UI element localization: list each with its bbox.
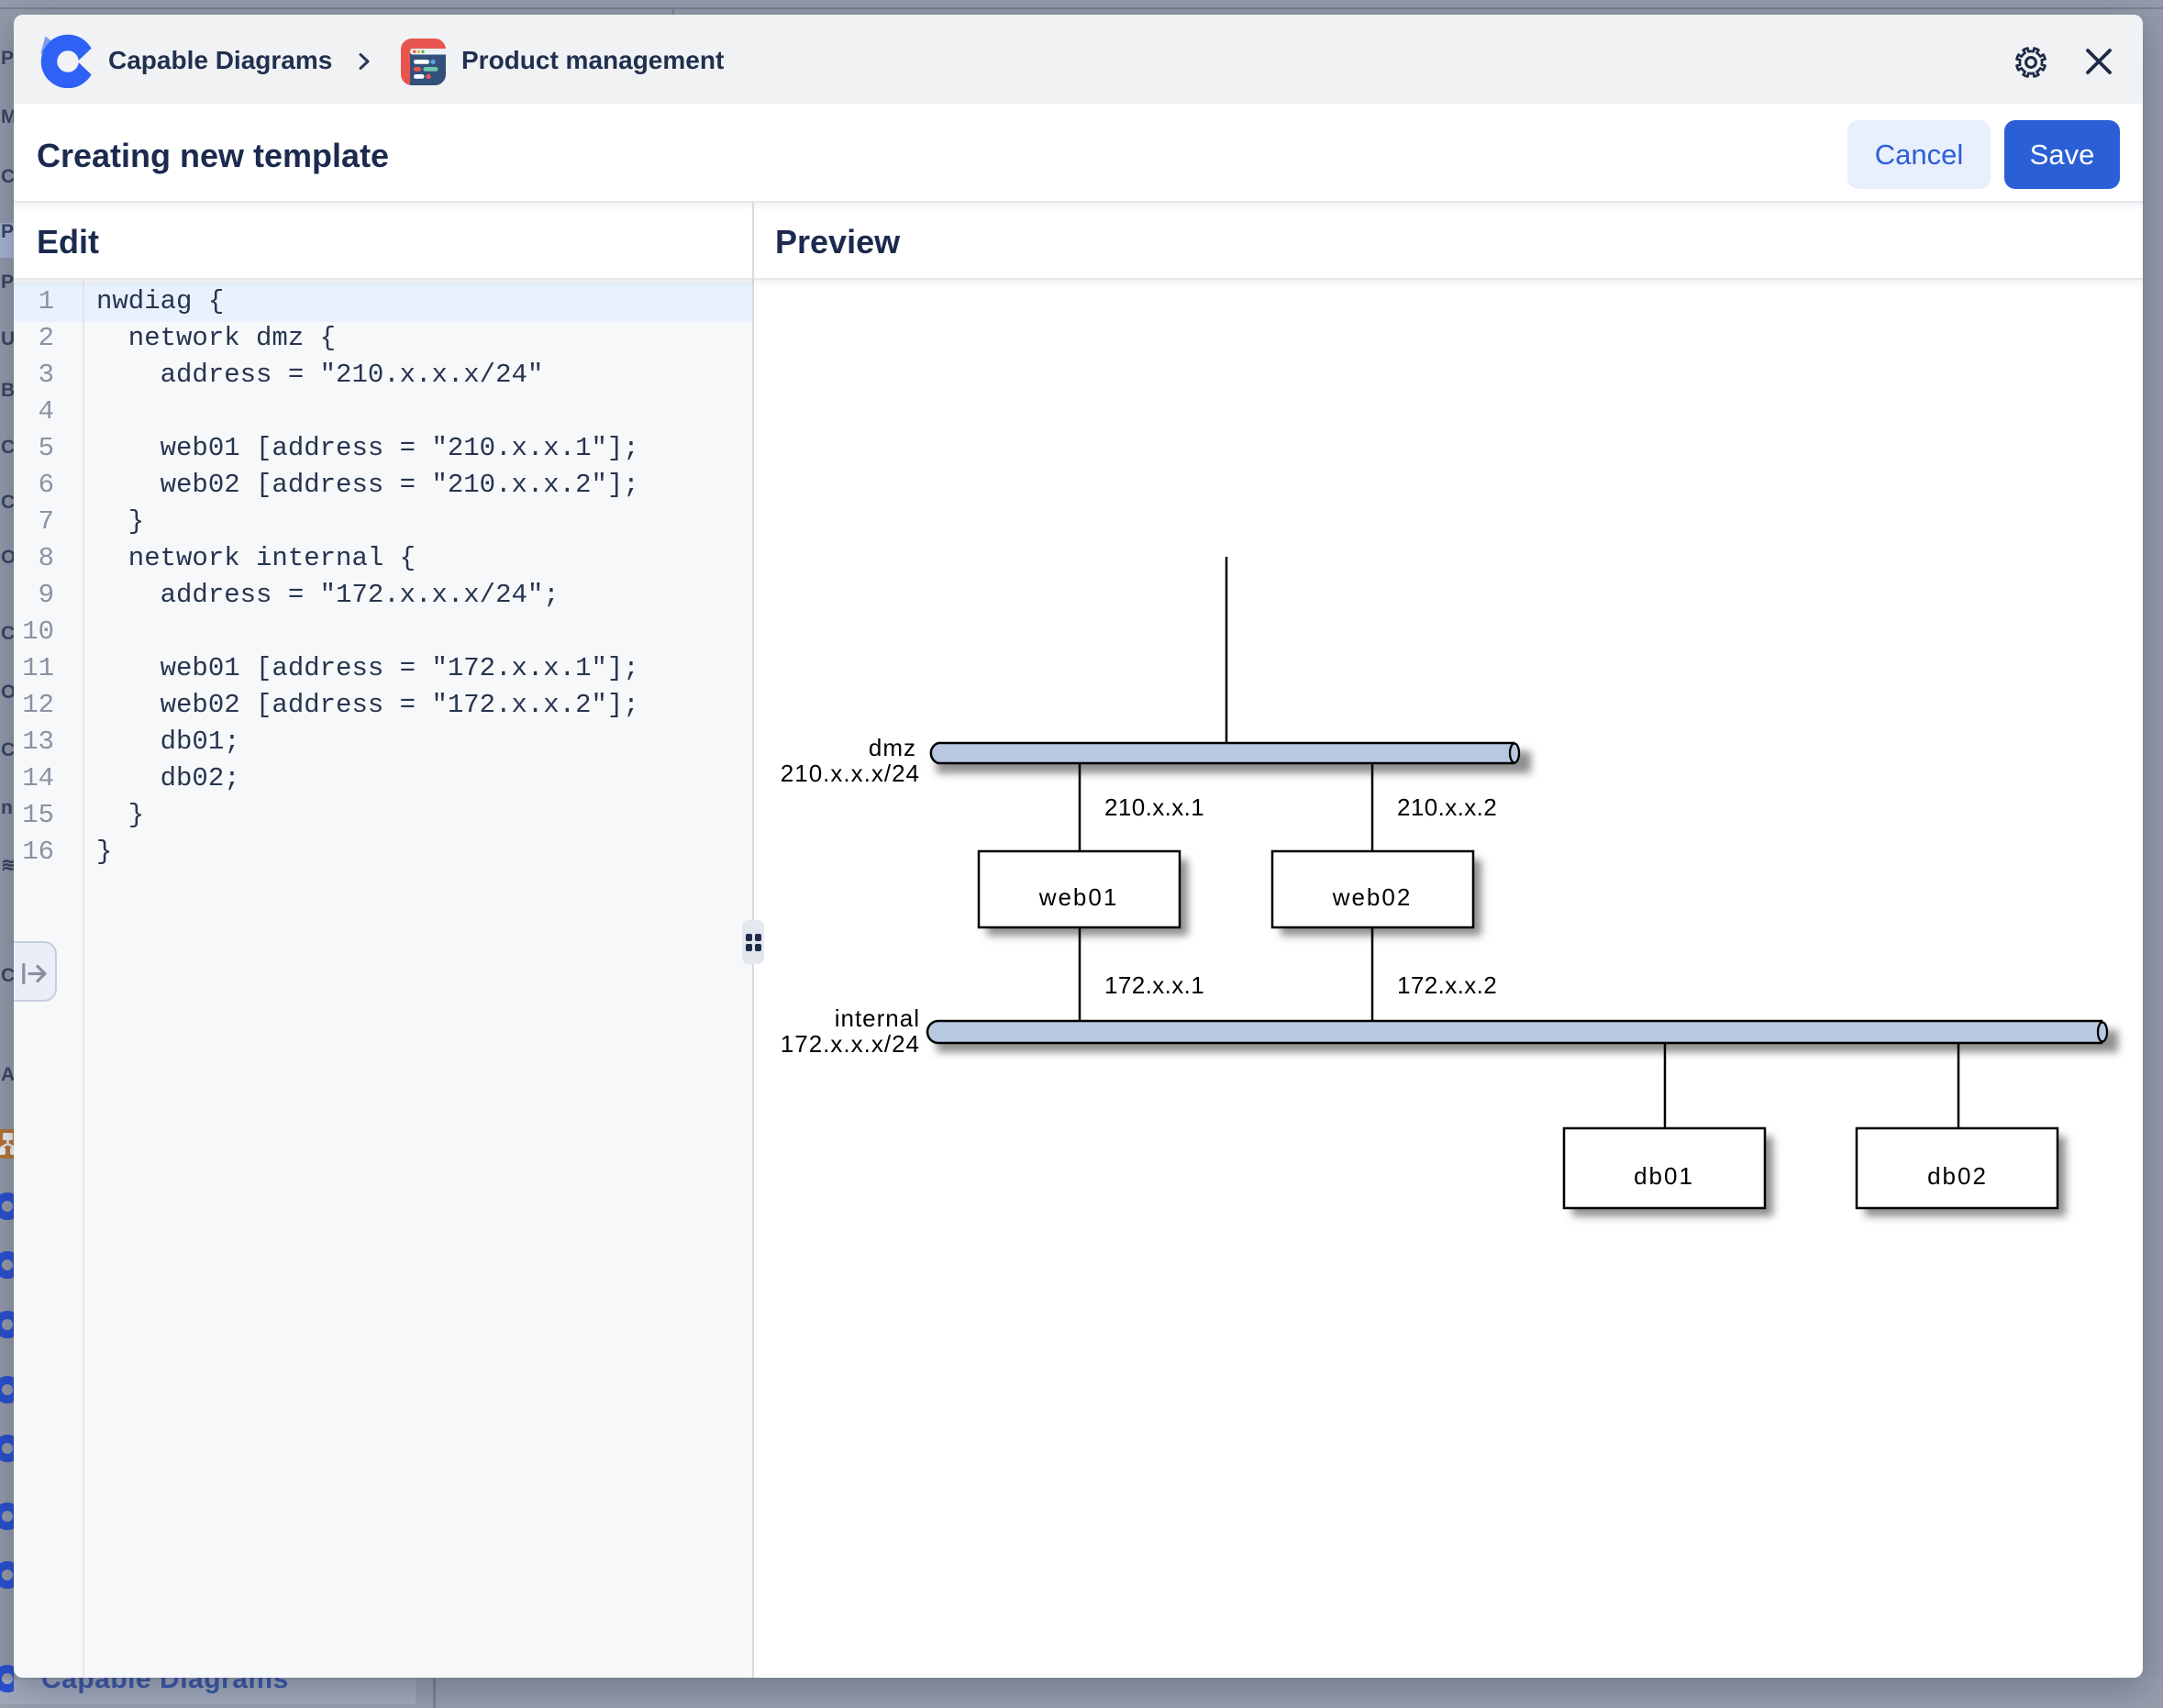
svg-text:172.x.x.2: 172.x.x.2	[1397, 971, 1497, 999]
svg-text:db02: db02	[1927, 1162, 1988, 1190]
svg-text:db01: db01	[1634, 1162, 1694, 1190]
svg-text:210.x.x.1: 210.x.x.1	[1104, 793, 1204, 821]
svg-text:172.x.x.1: 172.x.x.1	[1104, 971, 1204, 999]
svg-text:210.x.x.2: 210.x.x.2	[1397, 793, 1497, 821]
svg-text:dmz: dmz	[869, 734, 916, 761]
svg-text:web02: web02	[1332, 883, 1413, 911]
svg-text:172.x.x.x/24: 172.x.x.x/24	[781, 1030, 920, 1058]
svg-text:210.x.x.x/24: 210.x.x.x/24	[781, 760, 920, 787]
svg-text:web01: web01	[1038, 883, 1119, 911]
svg-text:internal: internal	[835, 1004, 920, 1032]
